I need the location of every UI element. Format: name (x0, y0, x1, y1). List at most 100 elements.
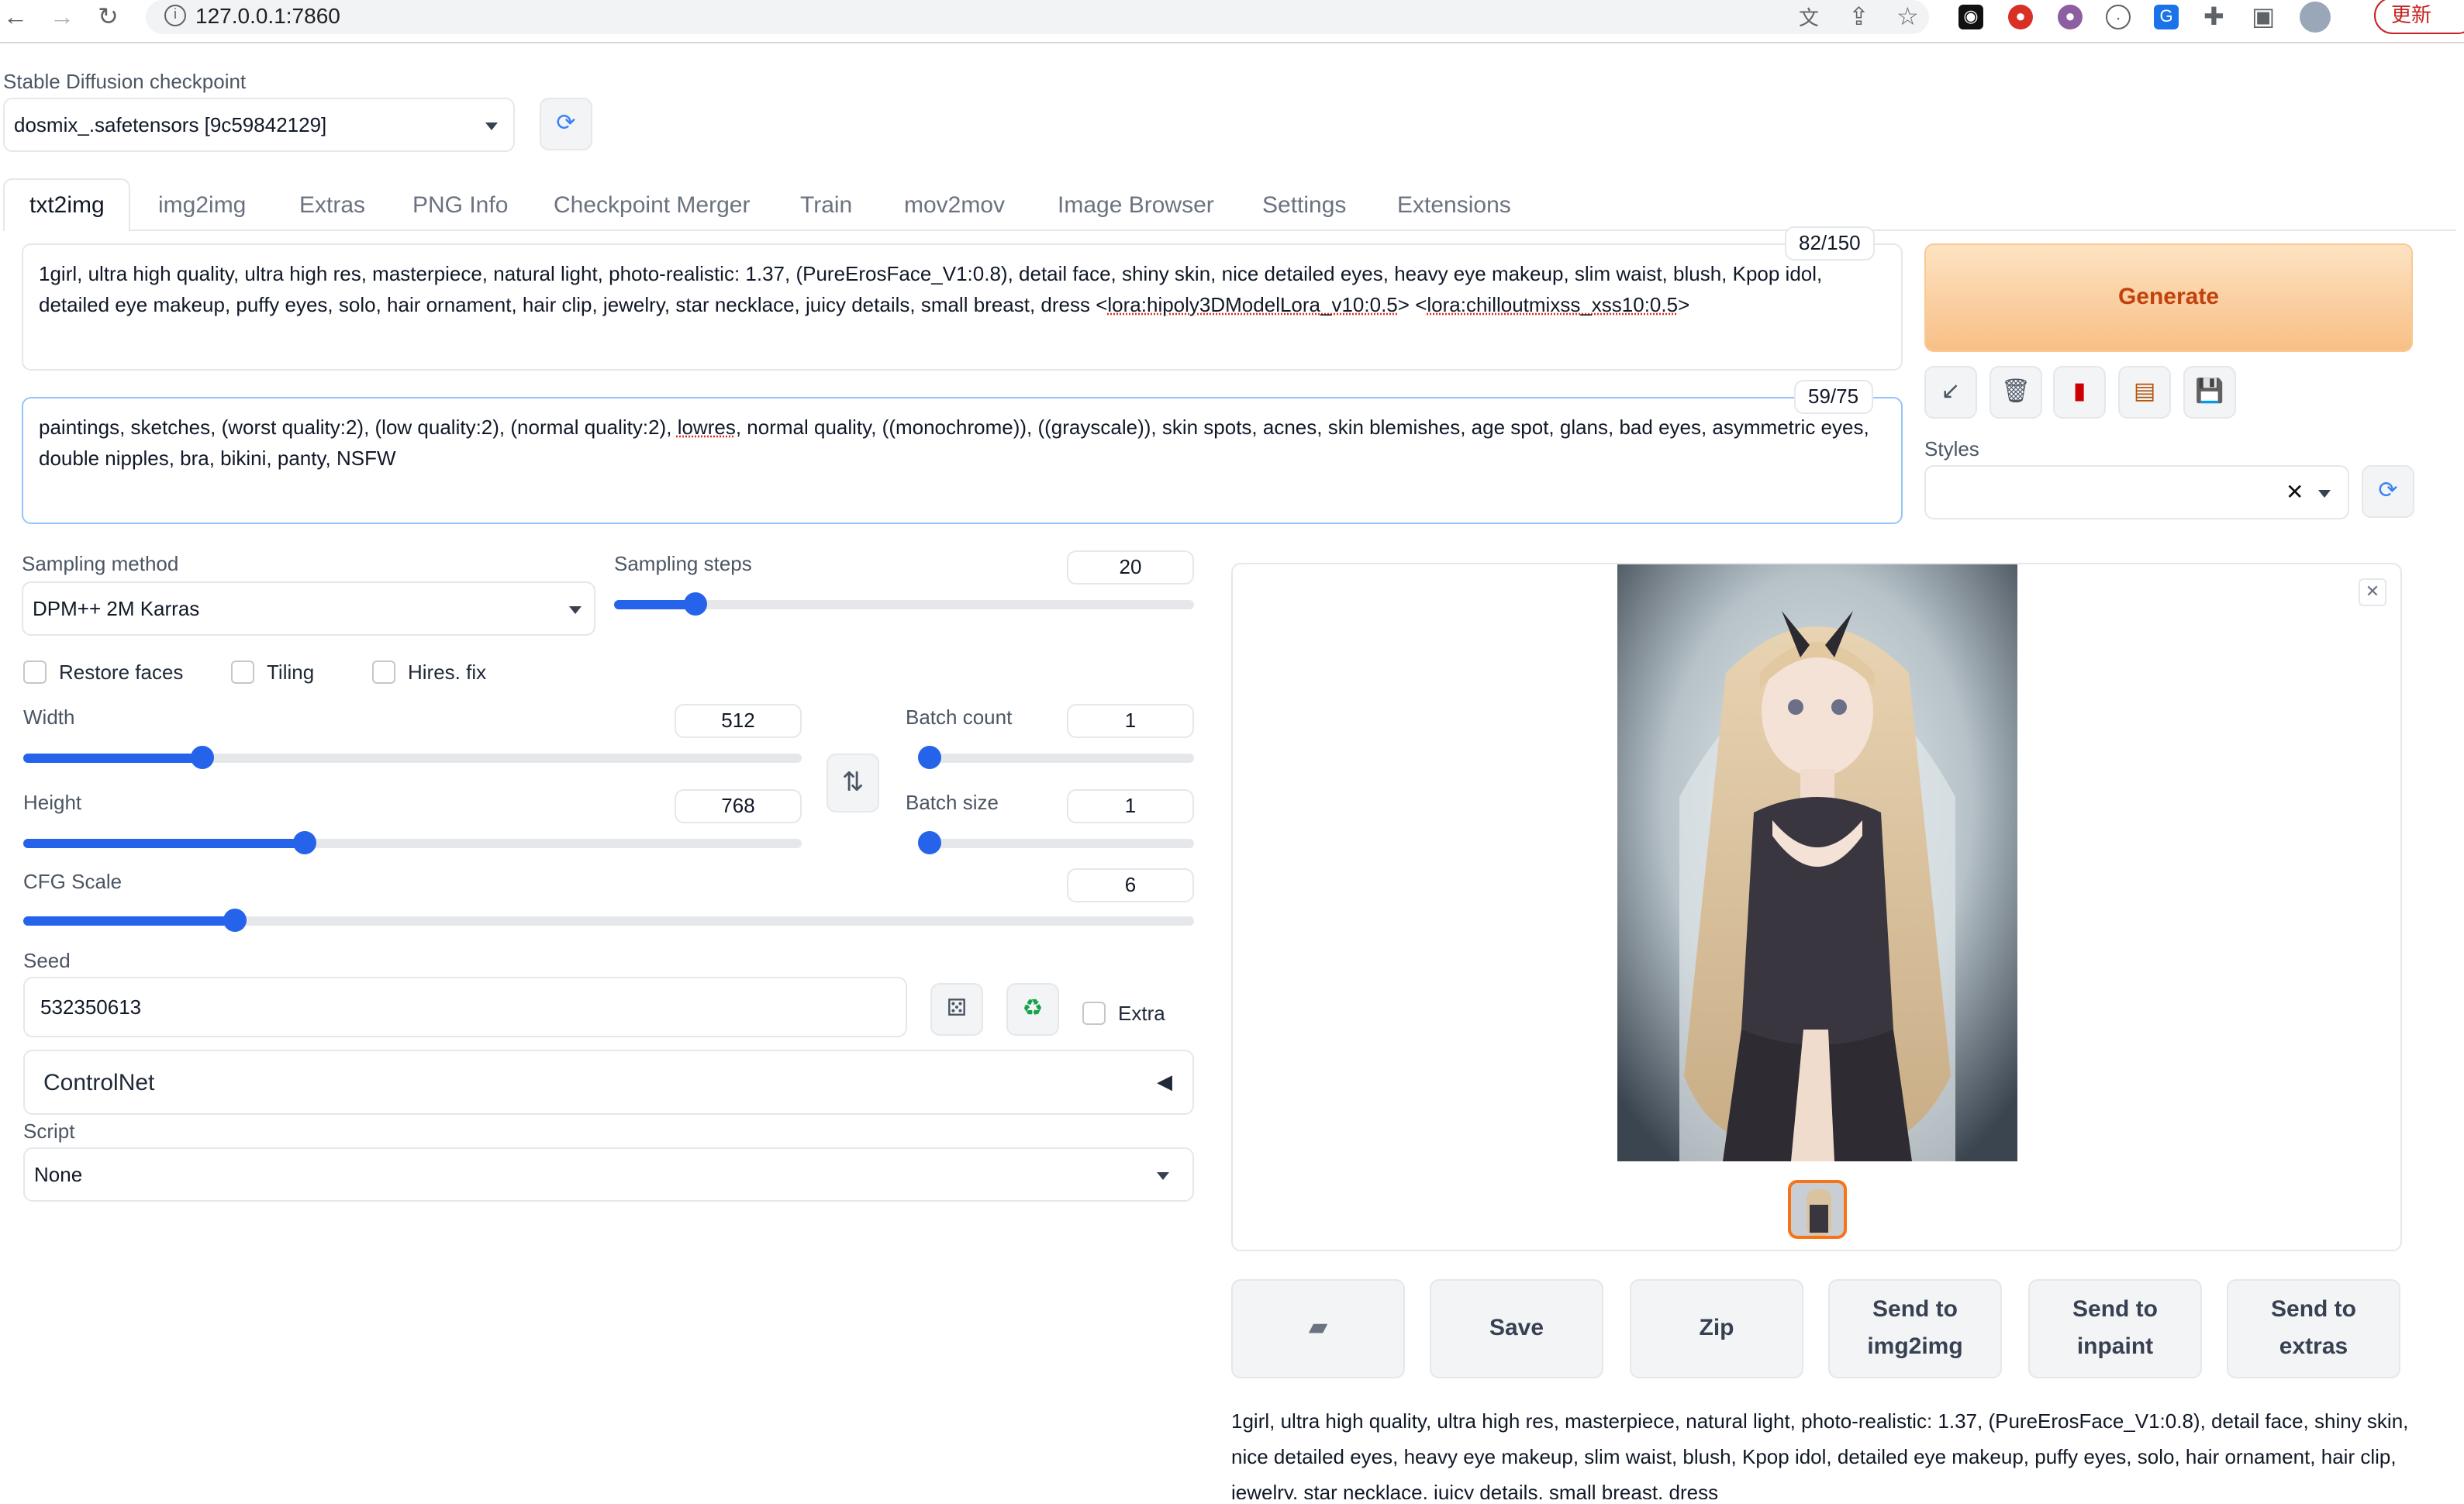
extension-icon[interactable]: ∙ (2106, 5, 2131, 29)
tab-extensions[interactable]: Extensions (1397, 192, 1511, 219)
collapse-triangle-icon[interactable]: ◀ (1157, 1070, 1172, 1095)
reload-icon[interactable]: ↻ (98, 5, 119, 33)
tab-extras[interactable]: Extras (299, 192, 365, 219)
folder-icon: ▰ (1308, 1315, 1328, 1341)
slider-thumb[interactable] (918, 831, 941, 854)
height-input[interactable]: 768 (675, 789, 802, 823)
sampling-method-dropdown[interactable]: DPM++ 2M Karras (22, 581, 595, 636)
clear-icon[interactable]: ✕ (2286, 479, 2304, 505)
generated-image[interactable] (1617, 564, 2017, 1161)
show-extra-networks-button[interactable]: ▮ (2053, 366, 2106, 419)
site-info-icon[interactable]: i (164, 5, 186, 26)
bookmark-star-icon[interactable]: ☆ (1896, 5, 1919, 33)
swap-arrows-icon: ⇅ (841, 768, 864, 797)
sampling-steps-slider[interactable] (614, 592, 1194, 616)
width-input[interactable]: 512 (675, 704, 802, 738)
gallery-thumbnail[interactable] (1788, 1180, 1847, 1239)
height-slider[interactable] (23, 831, 802, 854)
tab-png-info[interactable]: PNG Info (412, 192, 508, 219)
hires-fix-label: Hires. fix (408, 661, 487, 684)
back-icon[interactable]: ← (3, 5, 28, 33)
slider-fill (23, 916, 234, 926)
forward-icon[interactable]: → (50, 5, 74, 33)
profile-avatar[interactable] (2300, 2, 2331, 33)
sampling-method-label: Sampling method (22, 552, 179, 575)
recycle-icon: ♻ (1022, 995, 1044, 1022)
cfg-scale-input[interactable]: 6 (1067, 868, 1194, 902)
width-slider[interactable] (23, 746, 802, 769)
extension-icon[interactable]: ● (2008, 5, 2033, 29)
send-to-inpaint-button[interactable]: Send to inpaint (2028, 1279, 2202, 1378)
extension-icon[interactable]: ◉ (1958, 5, 1983, 29)
negative-prompt-text: paintings, sketches, (worst quality:2), … (39, 416, 678, 439)
refresh-checkpoint-button[interactable]: ⟳ (540, 98, 592, 150)
cfg-scale-slider[interactable] (23, 909, 1194, 932)
styles-label: Styles (1924, 437, 1979, 461)
controlnet-accordion[interactable]: ControlNet ◀ (23, 1050, 1194, 1115)
save-button[interactable]: Save (1430, 1279, 1603, 1378)
address-bar[interactable]: i 127.0.0.1:7860 (146, 0, 1929, 34)
checkpoint-value: dosmix_.safetensors [9c59842129] (14, 113, 327, 136)
negative-prompt-textarea[interactable]: paintings, sketches, (worst quality:2), … (22, 397, 1903, 524)
thumbnail-dress (1810, 1205, 1828, 1233)
chevron-down-icon (569, 606, 581, 614)
prompt-textarea[interactable]: 1girl, ultra high quality, ultra high re… (22, 243, 1903, 371)
prompt-lora-2: lora:chilloutmixss_xss10:0.5 (1427, 293, 1679, 316)
batch-count-input[interactable]: 1 (1067, 704, 1194, 738)
share-icon[interactable]: ⇪ (1848, 5, 1869, 33)
send-to-extras-button[interactable]: Send to extras (2227, 1279, 2400, 1378)
tab-mov2mov[interactable]: mov2mov (904, 192, 1005, 219)
read-params-button[interactable]: ↙ (1924, 366, 1977, 419)
tab-txt2img[interactable]: txt2img (3, 178, 130, 231)
tab-train[interactable]: Train (800, 192, 852, 219)
chevron-down-icon (2318, 490, 2331, 498)
hires-fix-checkbox[interactable] (372, 661, 395, 684)
slider-thumb[interactable] (684, 592, 708, 616)
restore-faces-checkbox[interactable] (23, 661, 47, 684)
open-folder-button[interactable]: ▰ (1231, 1279, 1405, 1378)
send-to-img2img-button[interactable]: Send to img2img (1828, 1279, 2002, 1378)
cfg-scale-label: CFG Scale (23, 870, 123, 893)
generate-button[interactable]: Generate (1924, 243, 2413, 352)
slider-thumb[interactable] (191, 746, 215, 769)
chevron-down-icon (485, 122, 498, 130)
zip-button[interactable]: Zip (1630, 1279, 1803, 1378)
tiling-checkbox[interactable] (231, 661, 254, 684)
batch-size-slider[interactable] (918, 831, 1194, 854)
slider-thumb[interactable] (292, 831, 316, 854)
tab-image-browser[interactable]: Image Browser (1058, 192, 1214, 219)
seed-input[interactable]: 532350613 (23, 977, 907, 1037)
refresh-styles-button[interactable]: ⟳ (2362, 465, 2414, 518)
tab-settings[interactable]: Settings (1262, 192, 1346, 219)
url-text: 127.0.0.1:7860 (195, 3, 340, 28)
tab-checkpoint-merger[interactable]: Checkpoint Merger (554, 192, 750, 219)
checkpoint-label: Stable Diffusion checkpoint (3, 70, 247, 93)
close-icon[interactable]: ✕ (2359, 578, 2386, 606)
styles-dropdown[interactable]: ✕ (1924, 465, 2349, 519)
script-dropdown[interactable]: None (23, 1147, 1194, 1202)
batch-size-label: Batch size (906, 791, 999, 814)
extra-seed-checkbox[interactable] (1082, 1002, 1106, 1025)
puzzle-extensions-icon[interactable]: ✚ (2203, 5, 2224, 33)
clear-prompt-button[interactable]: 🗑 (1989, 366, 2042, 419)
floppy-disk-icon: 💾 (2195, 378, 2224, 405)
batch-count-slider[interactable] (918, 746, 1194, 769)
refresh-icon: ⟳ (2378, 478, 2398, 504)
slider-thumb[interactable] (223, 909, 247, 932)
update-button[interactable]: 更新 (2374, 0, 2464, 34)
apply-style-button[interactable]: ▤ (2118, 366, 2171, 419)
google-translate-icon[interactable]: G (2154, 5, 2179, 29)
side-panel-icon[interactable]: ▣ (2252, 5, 2275, 33)
random-seed-button[interactable]: ⚄ (930, 983, 983, 1036)
swap-dimensions-button[interactable]: ⇅ (827, 754, 879, 812)
reuse-seed-button[interactable]: ♻ (1006, 983, 1059, 1036)
batch-size-input[interactable]: 1 (1067, 789, 1194, 823)
script-value: None (34, 1163, 83, 1186)
extension-icon[interactable]: ● (2058, 5, 2083, 29)
save-style-button[interactable]: 💾 (2183, 366, 2236, 419)
tab-img2img[interactable]: img2img (158, 192, 246, 219)
sampling-steps-input[interactable]: 20 (1067, 550, 1194, 585)
slider-thumb[interactable] (918, 746, 941, 769)
translate-icon[interactable]: 文 (1799, 5, 1819, 33)
checkpoint-dropdown[interactable]: dosmix_.safetensors [9c59842129] (3, 98, 515, 152)
